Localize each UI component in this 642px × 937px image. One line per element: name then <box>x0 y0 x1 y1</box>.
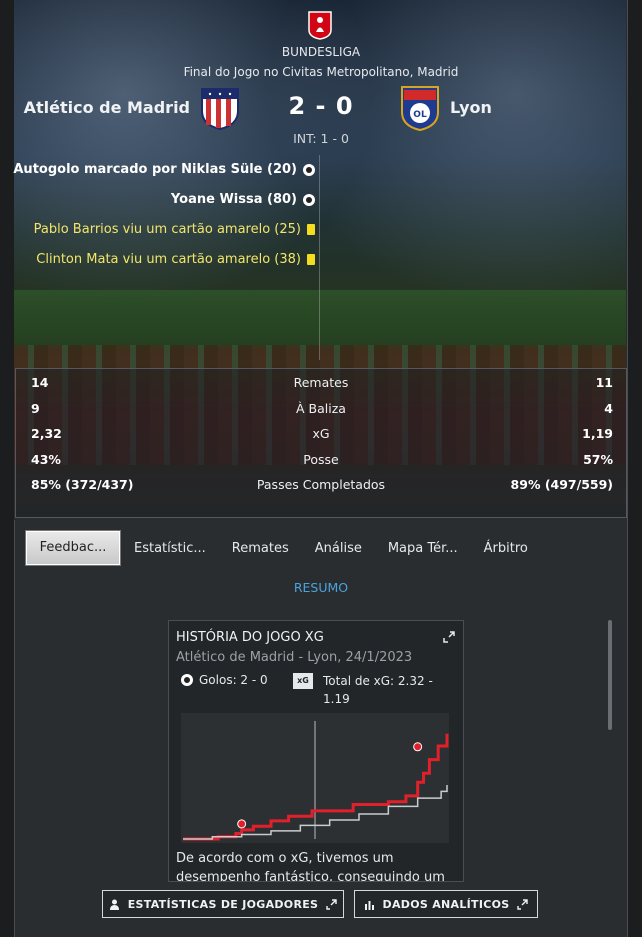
goal-ball-icon <box>303 193 315 206</box>
user-icon <box>109 899 119 910</box>
stat-label: xG <box>312 426 330 441</box>
xg-timeline-chart <box>181 713 449 843</box>
card-description: De acordo com o xG, tivemos um desempenh… <box>176 851 445 882</box>
own-goal-ball-icon <box>303 163 315 176</box>
svg-text:OL: OL <box>413 110 427 120</box>
button-label: DADOS ANALÍTICOS <box>382 897 510 911</box>
match-score: 2 - 0 <box>288 92 354 120</box>
stat-row-baliza: 9 À Baliza 4 <box>16 397 626 421</box>
competition-name: BUNDESLIGA <box>281 45 361 59</box>
tab-feedback[interactable]: Feedbac... <box>26 531 120 565</box>
event-text: Clinton Mata viu um cartão amarelo (38) <box>36 252 301 267</box>
bundesliga-logo-icon <box>308 11 332 40</box>
event-text: Pablo Barrios viu um cartão amarelo (25) <box>33 222 301 237</box>
tab-analise[interactable]: Análise <box>315 541 362 556</box>
event-goal: Yoane Wissa (80) <box>171 192 315 207</box>
yellow-card-icon <box>307 224 315 235</box>
stat-row-posse: 43% Posse 57% <box>16 448 626 472</box>
event-yellow-card: Pablo Barrios viu um cartão amarelo (25) <box>34 222 315 237</box>
half-time-score: INT: 1 - 0 <box>293 131 349 146</box>
external-icon <box>326 898 337 910</box>
xg-total-text: Total de xG: 2.32 - 1.19 <box>323 674 433 706</box>
stat-row-passes: 85% (372/437) Passes Completados 89% (49… <box>16 473 626 497</box>
away-value: 11 <box>595 375 613 390</box>
button-label: ESTATÍSTICAS DE JOGADORES <box>127 897 319 911</box>
tab-bar: Feedbac... Estatístic... Remates Análise… <box>26 531 554 565</box>
goals-summary: Golos: 2 - 0 <box>181 673 268 687</box>
away-team-name[interactable]: Lyon <box>450 98 492 117</box>
tab-mapa-termico[interactable]: Mapa Tér... <box>388 541 458 556</box>
venue-text: Final do Jogo no Civitas Metropolitano, … <box>183 65 459 79</box>
stat-label: Remates <box>293 375 349 390</box>
yellow-card-icon <box>307 254 315 265</box>
scrollbar[interactable] <box>608 620 612 730</box>
tab-estatisticas[interactable]: Estatístic... <box>134 541 206 556</box>
away-value: 1,19 <box>582 426 613 441</box>
away-value: 89% (497/559) <box>510 477 613 492</box>
event-text: Yoane Wissa (80) <box>170 192 297 207</box>
tab-remates[interactable]: Remates <box>232 541 289 556</box>
goals-text: Golos: 2 - 0 <box>199 673 268 687</box>
external-icon <box>517 898 529 910</box>
goal-marker <box>237 819 247 829</box>
xg-total: Total de xG: 2.32 - 1.19 <box>293 672 453 708</box>
stat-row-xg: 2,32 xG 1,19 <box>16 422 626 446</box>
xg-story-card: HISTÓRIA DO JOGO XG Atlético de Madrid -… <box>168 620 464 882</box>
event-text: Autogolo marcado por Niklas Süle (20) <box>13 162 297 177</box>
match-stats-table: 14 Remates 11 9 À Baliza 4 2,32 xG 1,19 … <box>15 368 627 518</box>
stat-row-remates: 14 Remates 11 <box>16 371 626 395</box>
away-value: 4 <box>604 401 613 416</box>
away-value: 57% <box>583 452 613 467</box>
player-stats-button[interactable]: ESTATÍSTICAS DE JOGADORES <box>102 890 344 918</box>
pitch-decoration <box>14 290 626 350</box>
events-divider <box>319 155 320 360</box>
stat-label: À Baliza <box>296 401 346 416</box>
event-own-goal: Autogolo marcado por Niklas Süle (20) <box>13 162 315 177</box>
lyon-crest-icon[interactable]: OL <box>398 84 442 132</box>
expand-icon[interactable] <box>443 631 455 643</box>
goal-marker <box>413 742 423 752</box>
section-label: RESUMO <box>293 580 349 595</box>
card-title: HISTÓRIA DO JOGO XG <box>176 630 324 645</box>
tab-arbitro[interactable]: Árbitro <box>484 541 528 556</box>
analytics-button[interactable]: DADOS ANALÍTICOS <box>354 890 538 918</box>
bar-chart-icon <box>364 900 374 910</box>
event-yellow-card: Clinton Mata viu um cartão amarelo (38) <box>36 252 315 267</box>
card-subtitle: Atlético de Madrid - Lyon, 24/1/2023 <box>176 650 413 665</box>
stat-label: Posse <box>303 452 339 467</box>
ball-icon <box>181 674 193 686</box>
